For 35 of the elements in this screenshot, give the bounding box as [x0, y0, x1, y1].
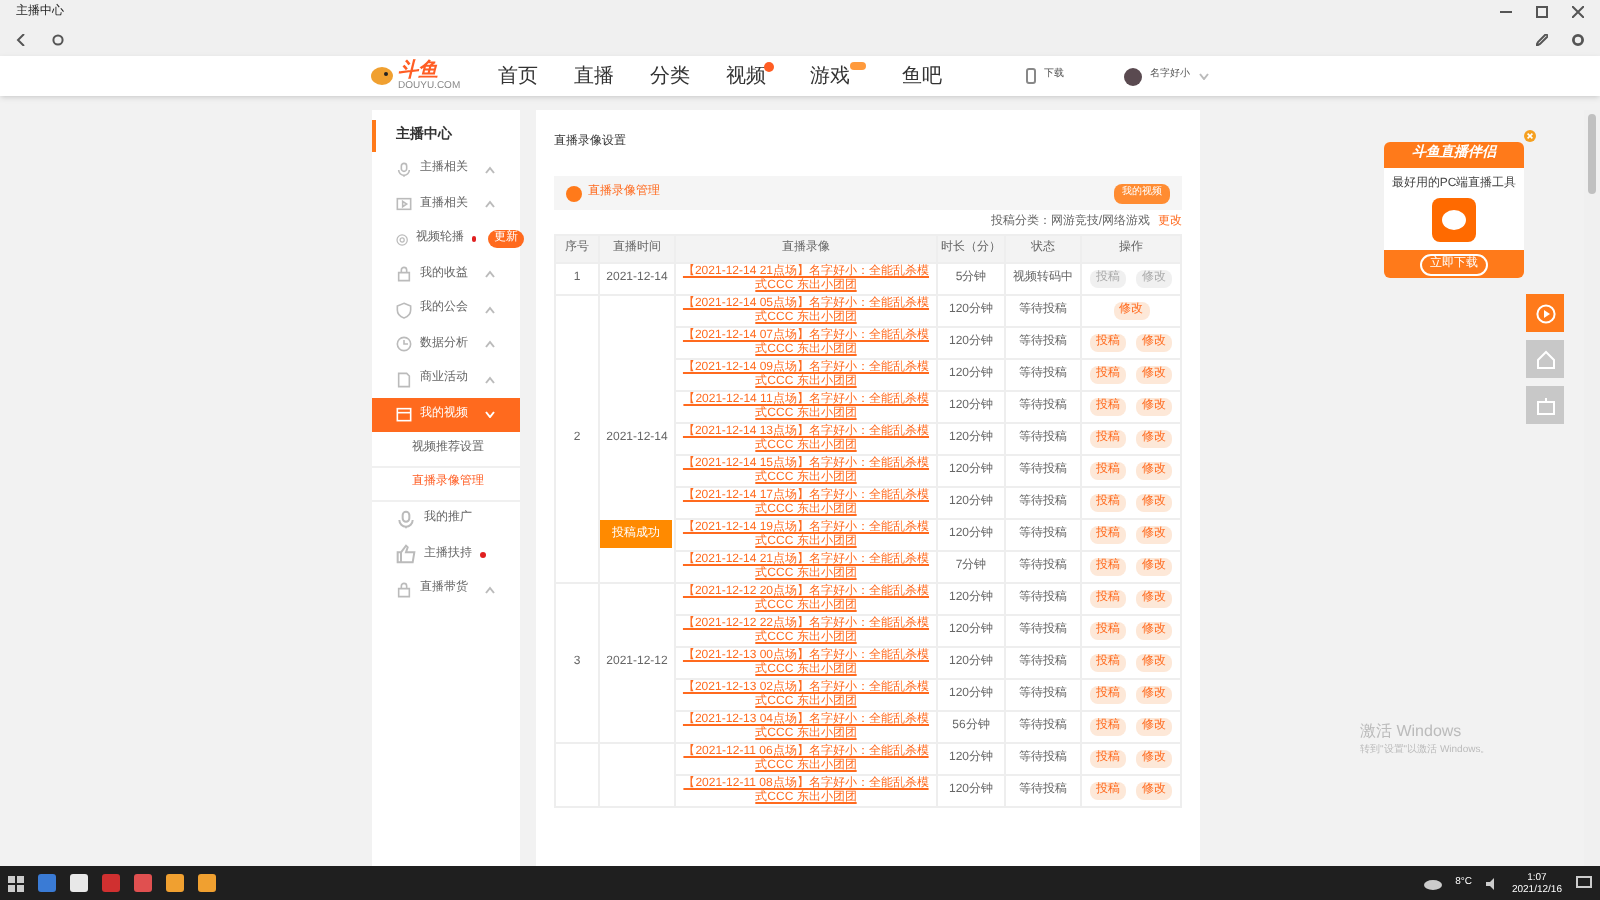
nav-link[interactable]: 游戏: [810, 61, 850, 91]
caret-icon: [484, 340, 496, 349]
record-icon: [566, 185, 582, 201]
app-logo-icon: [1432, 198, 1476, 242]
video-tool-button[interactable]: [1526, 294, 1564, 332]
cloud-icon: [1423, 877, 1442, 889]
windows-icon[interactable]: [8, 875, 24, 891]
notification-icon[interactable]: [1576, 876, 1592, 890]
caret-icon: [484, 410, 496, 419]
nav-link[interactable]: 首页: [498, 61, 538, 91]
maximize-icon[interactable]: [1536, 6, 1548, 18]
caret-icon: [484, 165, 496, 174]
back-icon[interactable]: [16, 34, 28, 46]
nav-link[interactable]: 视频: [726, 61, 766, 91]
new-badge: [850, 61, 866, 69]
caret-icon: [484, 305, 496, 314]
home-icon: [1535, 349, 1555, 369]
logo-text: 斗鱼: [398, 61, 440, 81]
caret-icon: [484, 270, 496, 279]
nav-link[interactable]: 分类: [650, 61, 690, 91]
phone-icon: [1026, 68, 1036, 84]
play-icon: [1535, 303, 1555, 323]
caret-icon: [484, 375, 496, 384]
fish-logo-icon: [370, 64, 394, 88]
nav-link[interactable]: 鱼吧: [902, 61, 942, 91]
caret-icon: [484, 200, 496, 209]
caret-icon: [1198, 72, 1210, 80]
speaker-icon[interactable]: [1485, 877, 1498, 889]
nav-link[interactable]: 直播: [574, 61, 614, 91]
scrollbar-thumb[interactable]: [1588, 114, 1596, 194]
caret-icon: [484, 585, 496, 594]
user-avatar[interactable]: [1124, 67, 1142, 85]
close-icon[interactable]: [1572, 6, 1584, 18]
pen-icon[interactable]: [1536, 34, 1548, 46]
minimize-icon[interactable]: [1500, 6, 1512, 18]
